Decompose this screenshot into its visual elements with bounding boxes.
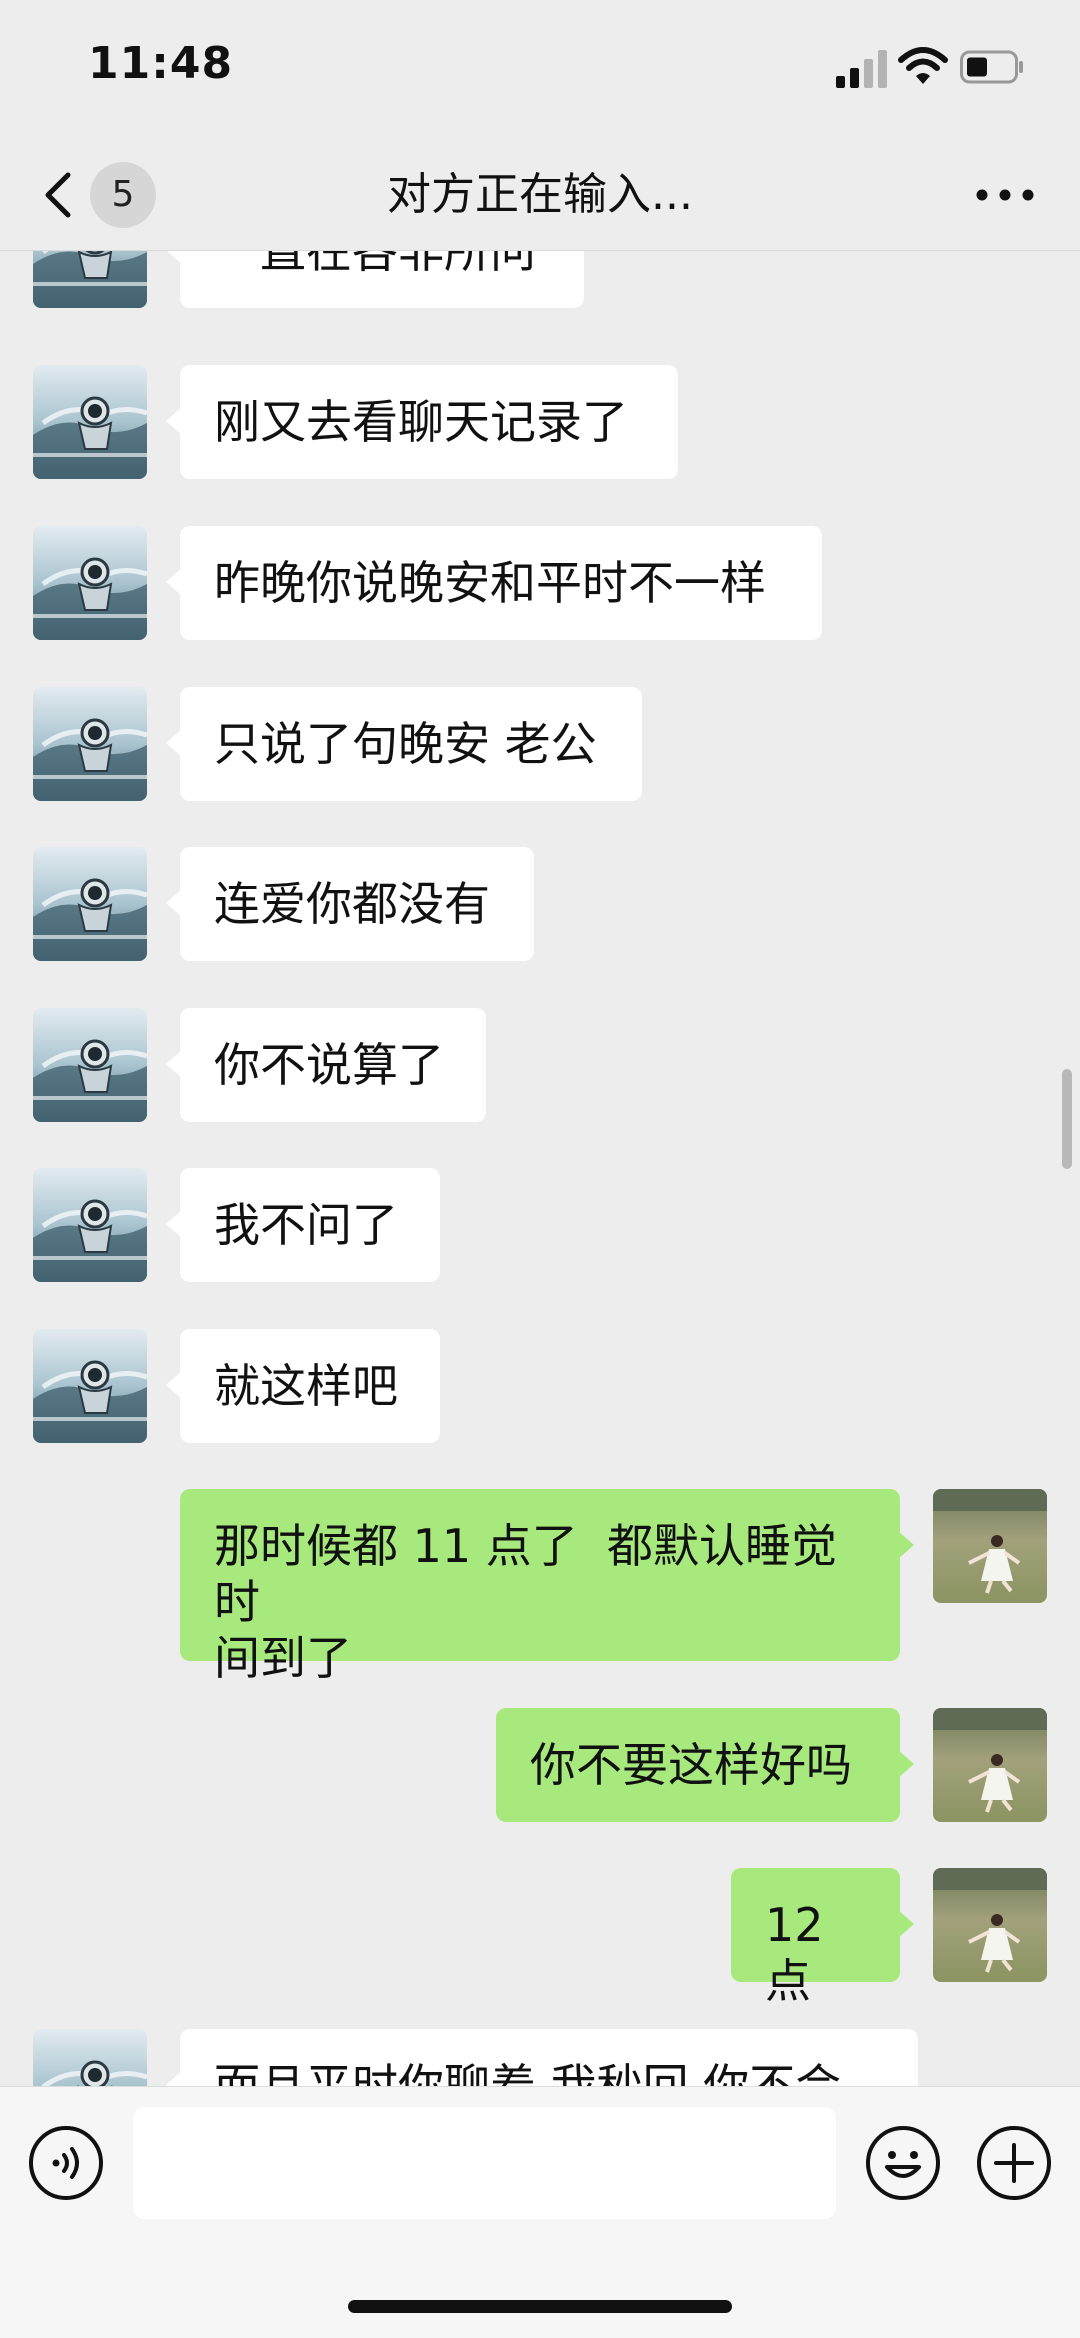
status-time: 11:48 bbox=[88, 38, 234, 89]
message-bubble-incoming[interactable]: 连爱你都没有 bbox=[166, 847, 534, 961]
message-bubble-incoming[interactable]: 只说了句晚安 老公 bbox=[166, 687, 642, 801]
message-bubble-outgoing[interactable]: 那时候都 11 点了 都默认睡觉时 间到了 bbox=[180, 1489, 914, 1685]
girl-in-field-avatar bbox=[933, 1868, 1047, 1982]
message-bubble-incoming[interactable]: 刚又去看聊天记录了 bbox=[166, 365, 678, 479]
self-avatar[interactable] bbox=[933, 1708, 1047, 1822]
astronaut-avatar bbox=[33, 687, 147, 801]
message-list[interactable]: 一直在各非所问 刚又去看聊天记录了 昨晚你说晚安和平时不一样 只说了句晚安 老公… bbox=[0, 251, 1080, 2086]
emoji-icon[interactable] bbox=[865, 2125, 941, 2201]
more-dots-icon[interactable] bbox=[970, 170, 1040, 220]
scrollbar[interactable] bbox=[1062, 1069, 1072, 1169]
message-bubble-outgoing[interactable]: 你不要这样好吗 bbox=[496, 1708, 914, 1822]
girl-in-field-avatar bbox=[933, 1489, 1047, 1603]
chat-header: 5 对方正在输入... bbox=[0, 140, 1080, 251]
chat-title: 对方正在输入... bbox=[387, 169, 693, 220]
message-bubble-incoming[interactable]: 我不问了 bbox=[166, 1168, 440, 1282]
message-input[interactable] bbox=[133, 2107, 836, 2219]
contact-avatar[interactable] bbox=[33, 2029, 147, 2086]
self-avatar[interactable] bbox=[933, 1489, 1047, 1603]
self-avatar[interactable] bbox=[933, 1868, 1047, 1982]
astronaut-avatar bbox=[33, 251, 147, 308]
status-bar: 11:48 bbox=[0, 0, 1080, 140]
wifi-icon bbox=[898, 47, 948, 84]
contact-avatar[interactable] bbox=[33, 526, 147, 640]
astronaut-avatar bbox=[33, 1008, 147, 1122]
contact-avatar[interactable] bbox=[33, 251, 147, 308]
astronaut-avatar bbox=[33, 2029, 147, 2086]
plus-icon[interactable] bbox=[976, 2125, 1052, 2201]
message-bubble-incoming[interactable]: 你不说算了 bbox=[166, 1008, 486, 1122]
message-bubble-outgoing[interactable]: 12 点 bbox=[731, 1868, 914, 2008]
contact-avatar[interactable] bbox=[33, 847, 147, 961]
astronaut-avatar bbox=[33, 365, 147, 479]
astronaut-avatar bbox=[33, 1168, 147, 1282]
chevron-left-icon bbox=[45, 172, 71, 218]
home-indicator[interactable] bbox=[348, 2300, 732, 2313]
contact-avatar[interactable] bbox=[33, 1008, 147, 1122]
astronaut-avatar bbox=[33, 1329, 147, 1443]
input-bar bbox=[0, 2086, 1080, 2338]
message-bubble-incoming[interactable]: 一直在各非所问 bbox=[166, 251, 584, 308]
unread-count-badge: 5 bbox=[90, 162, 156, 228]
astronaut-avatar bbox=[33, 526, 147, 640]
contact-avatar[interactable] bbox=[33, 1168, 147, 1282]
voice-icon[interactable] bbox=[28, 2125, 104, 2201]
message-bubble-incoming[interactable]: 就这样吧 bbox=[166, 1329, 440, 1443]
astronaut-avatar bbox=[33, 847, 147, 961]
message-bubble-incoming[interactable]: 昨晚你说晚安和平时不一样 bbox=[166, 526, 822, 640]
battery-icon bbox=[960, 50, 1023, 84]
contact-avatar[interactable] bbox=[33, 687, 147, 801]
message-bubble-incoming[interactable]: 而且平时你聊着 我秒回 你不会 bbox=[166, 2029, 918, 2086]
contact-avatar[interactable] bbox=[33, 365, 147, 479]
back-button[interactable]: 5 bbox=[30, 162, 160, 228]
girl-in-field-avatar bbox=[933, 1708, 1047, 1822]
contact-avatar[interactable] bbox=[33, 1329, 147, 1443]
signal-icon bbox=[836, 50, 887, 88]
